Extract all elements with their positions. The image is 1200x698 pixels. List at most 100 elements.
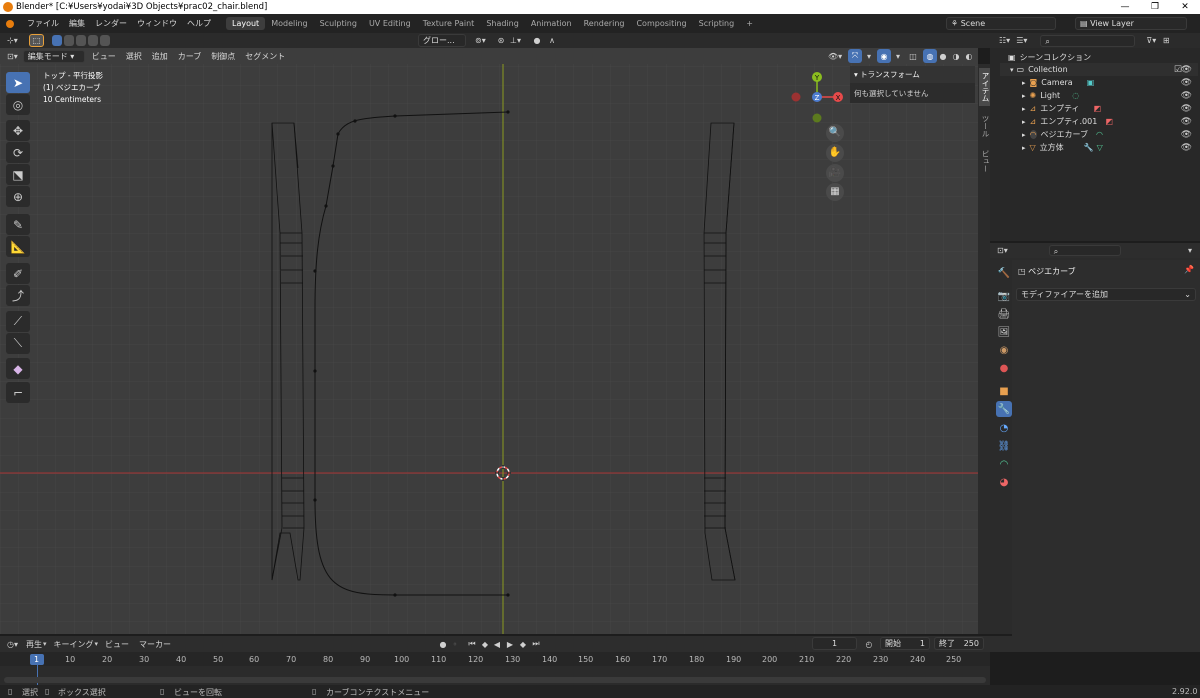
visibility-eye-icon[interactable]: 👁 [1181,91,1192,101]
proportional-edit-icon[interactable]: ● [530,33,544,47]
shading-rendered-icon[interactable]: ◐ [962,49,976,63]
mode-dropdown[interactable]: 編集モード ▾ [22,49,85,63]
gizmo-dropdown-icon[interactable]: ▾ [862,49,876,63]
blender-menu-icon[interactable] [6,19,14,28]
visibility-eye-icon[interactable]: 👁 [1181,104,1192,114]
editor-type-icon[interactable]: ⊹▾ [4,34,21,48]
tab-scripting[interactable]: Scripting [693,17,741,30]
menu-file[interactable]: ファイル [22,18,64,29]
overlay-dropdown-icon[interactable]: ▾ [891,49,905,63]
expand-arrow-icon[interactable]: ▸ [1022,79,1026,87]
expand-arrow-icon[interactable]: ▸ [1022,105,1026,113]
transform-tool[interactable]: ⊕ [6,186,30,207]
outliner-editor-type-icon[interactable]: ☷▾ [996,34,1013,48]
visibility-eye-icon[interactable]: 👁 [1181,143,1192,153]
filter-icon[interactable]: ⊽▾ [1143,34,1159,48]
cursor-tool[interactable]: ◎ [6,94,30,115]
select-mode-intersect-icon[interactable] [100,35,111,46]
tab-compositing[interactable]: Compositing [630,17,692,30]
tab-animation[interactable]: Animation [525,17,578,30]
world-properties-icon[interactable]: ● [996,360,1012,376]
ortho-grid-icon[interactable]: ▦ [826,183,844,201]
tab-texture-paint[interactable]: Texture Paint [417,17,481,30]
menu-render[interactable]: レンダー [90,18,132,29]
menu-window[interactable]: ウィンドウ [132,18,182,29]
outliner-item-empty-001[interactable]: ▸ ⊿ エンプティ.001 ◩ 👁 [1000,115,1198,128]
viewport-menu-add[interactable]: 追加 [147,51,173,62]
play-icon[interactable]: ▶ [503,637,517,651]
snap-target-icon[interactable]: ⊥▾ [507,33,524,47]
outliner-item-camera[interactable]: ▸ ◙ Camera ▣ 👁 [1000,76,1198,89]
collection-row[interactable]: ▾ ▭ Collection ☑ 👁 [1000,63,1198,76]
transform-orientation-dropdown[interactable]: グロー... [418,34,466,47]
timeline-scrollbar[interactable] [4,677,986,683]
outliner-search-input[interactable]: ⌕ [1040,34,1136,47]
expand-arrow-icon[interactable]: ▸ [1022,131,1026,139]
shear-tool[interactable]: ⌐ [6,382,30,403]
extrude-tool[interactable]: ⤴ [6,285,30,306]
add-workspace-button[interactable]: + [740,17,759,30]
scale-tool[interactable]: ⬔ [6,164,30,185]
expand-arrow-icon[interactable]: ▸ [1022,144,1026,152]
tab-rendering[interactable]: Rendering [578,17,631,30]
scene-selector[interactable]: ⚘ Scene [946,17,1056,30]
close-button[interactable]: ✕ [1170,0,1200,14]
tool-settings-icon[interactable]: 🔨 [996,265,1012,281]
viewport-menu-segments[interactable]: セグメント [240,51,290,62]
current-frame-field[interactable]: 1 [812,637,857,650]
rotate-tool[interactable]: ⟳ [6,142,30,163]
select-mode-extend-icon[interactable] [64,35,75,46]
tab-uv-editing[interactable]: UV Editing [363,17,417,30]
proportional-falloff-icon[interactable]: ∧ [545,33,559,47]
timeline-menu-marker[interactable]: マーカー [134,639,176,650]
jump-start-icon[interactable]: ⏮ [465,637,479,651]
tab-sculpting[interactable]: Sculpting [314,17,363,30]
visibility-icon[interactable]: 👁▾ [825,49,845,63]
zoom-icon[interactable]: 🔍 [826,124,844,142]
next-keyframe-icon[interactable]: ◆ [516,637,530,651]
shading-wireframe-icon[interactable]: ◍ [923,49,937,63]
viewport-menu-view[interactable]: ビュー [87,51,121,62]
properties-editor-type-icon[interactable]: ⊡▾ [994,244,1011,258]
render-properties-icon[interactable]: 📷 [996,288,1012,304]
transform-panel-header[interactable]: ▾ トランスフォーム [850,66,975,83]
collapse-arrow-icon[interactable]: ▾ [1010,66,1014,74]
viewport-menu-select[interactable]: 選択 [121,51,147,62]
visibility-eye-icon[interactable]: 👁 [1181,117,1192,127]
snap-icon[interactable]: ⊛ [494,33,508,47]
material-properties-icon[interactable]: ◕ [996,474,1012,490]
pivot-point-icon[interactable]: ⊚▾ [472,33,489,47]
keyframe-dot-icon[interactable]: ◦ [448,637,462,651]
view-layer-properties-icon[interactable]: 🖼 [996,324,1012,340]
xray-toggle-icon[interactable]: ◫ [906,49,920,63]
visibility-eye-icon[interactable]: 👁 [1181,130,1192,140]
add-modifier-dropdown[interactable]: モディファイアーを追加 ⌄ [1016,288,1196,301]
select-mode-subtract-icon[interactable] [76,35,87,46]
outliner-item-cube[interactable]: ▸ ▽ 立方体 🔧 ▽ 👁 [1000,141,1198,154]
new-collection-icon[interactable]: ⊞ [1159,34,1173,48]
outliner-item-bezier-curve[interactable]: ▸ ◠ ベジエカーブ ◠ 👁 [1000,128,1198,141]
viewport-editor-type-icon[interactable]: ⊡▾ [4,49,21,63]
camera-view-icon[interactable]: 🎥 [826,164,844,182]
draw-curve-tool[interactable]: ✐ [6,263,30,284]
expand-arrow-icon[interactable]: ▸ [1022,118,1026,126]
display-mode-icon[interactable]: ☰▾ [1013,34,1030,48]
visibility-eye-icon[interactable]: 👁 [1181,65,1192,75]
menu-edit[interactable]: 編集 [64,18,90,29]
pan-hand-icon[interactable]: ✋ [826,144,844,162]
shading-solid-icon[interactable]: ● [936,49,950,63]
select-box-tool[interactable]: ➤ [6,72,30,93]
view-layer-selector[interactable]: ▤ View Layer [1075,17,1187,30]
viewport-menu-control-points[interactable]: 制御点 [206,51,240,62]
timeline-menu-keying[interactable]: キーイング [49,639,99,650]
output-properties-icon[interactable]: 🖨 [996,306,1012,322]
randomize-tool[interactable]: ◆ [6,358,30,379]
tilt-tool[interactable]: ⟍ [6,333,30,354]
physics-properties-icon[interactable]: ◔ [996,420,1012,436]
timeline-menu-view[interactable]: ビュー [100,639,134,650]
properties-search-input[interactable]: ⌕ [1048,245,1121,256]
start-frame-field[interactable]: 開始 1 [880,637,930,650]
viewport-menu-curve[interactable]: カーブ [173,51,207,62]
scene-properties-icon[interactable]: ◉ [996,342,1012,358]
measure-tool[interactable]: 📐 [6,236,30,257]
